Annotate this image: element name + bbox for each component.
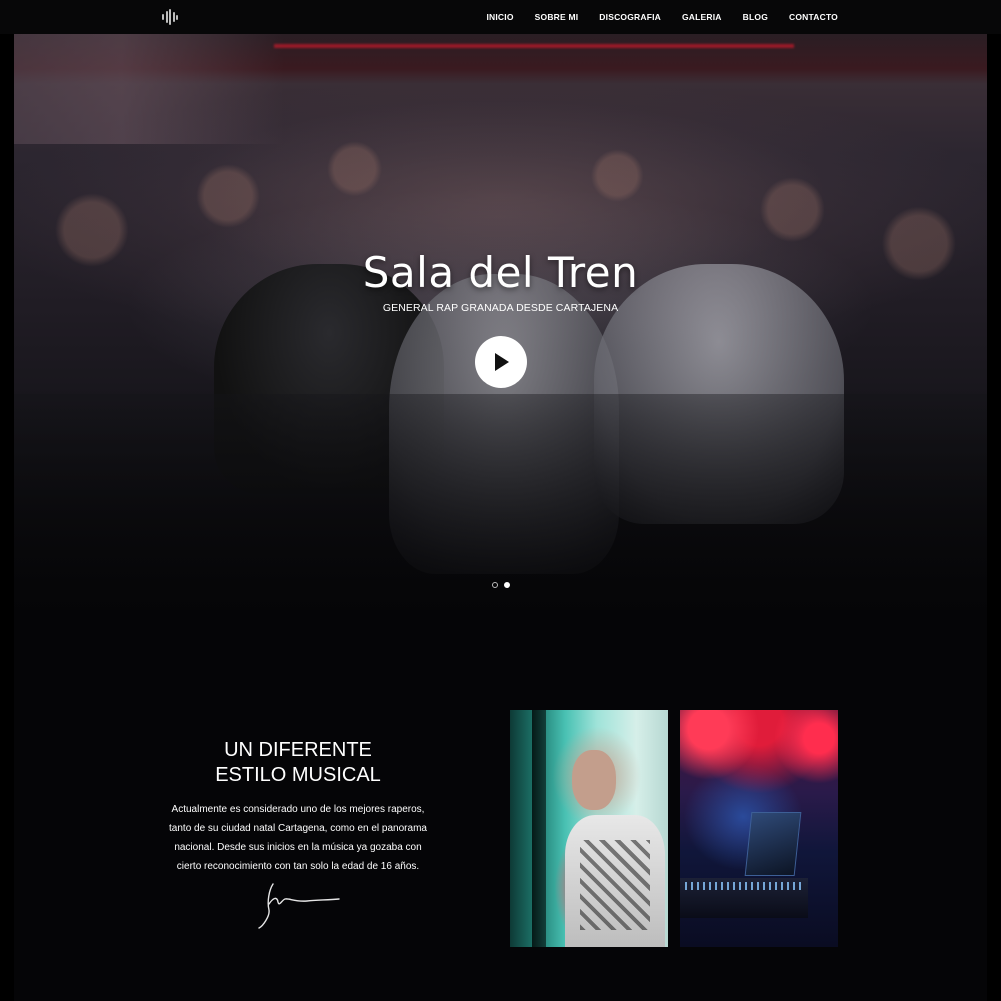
nav-item-discografia[interactable]: DISCOGRAFIA bbox=[599, 12, 661, 22]
play-button[interactable] bbox=[475, 336, 527, 388]
hero-title: Sala del Tren bbox=[362, 248, 639, 297]
signature-image bbox=[258, 883, 340, 929]
slide-dot-1[interactable] bbox=[492, 582, 498, 588]
play-icon bbox=[495, 353, 509, 371]
hero-subtitle: GENERAL RAP GRANADA DESDE CARTAJENA bbox=[382, 302, 619, 314]
about-text: Actualmente es considerado uno de los me… bbox=[169, 804, 427, 872]
nav-item-inicio[interactable]: INICIO bbox=[486, 12, 513, 22]
artist-portrait-photo bbox=[510, 710, 668, 947]
slide-dot-2[interactable] bbox=[504, 582, 510, 588]
nav-item-sobre-mi[interactable]: SOBRE MI bbox=[535, 12, 579, 22]
nav-item-blog[interactable]: BLOG bbox=[743, 12, 768, 22]
slider-pagination bbox=[492, 582, 510, 588]
nav-item-galeria[interactable]: GALERIA bbox=[682, 12, 722, 22]
main-menu: INICIO SOBRE MI DISCOGRAFIA GALERIA BLOG… bbox=[486, 0, 838, 34]
studio-equipment-photo bbox=[680, 710, 838, 947]
audio-bars-icon[interactable] bbox=[162, 9, 178, 25]
top-navigation-bar: INICIO SOBRE MI DISCOGRAFIA GALERIA BLOG… bbox=[0, 0, 1001, 34]
about-heading: UN DIFERENTE ESTILO MUSICAL bbox=[215, 739, 381, 786]
nav-item-contacto[interactable]: CONTACTO bbox=[789, 12, 838, 22]
about-section: UN DIFERENTE ESTILO MUSICAL Actualmente … bbox=[168, 738, 428, 876]
hero-slider: Sala del Tren GENERAL RAP GRANADA DESDE … bbox=[14, 34, 987, 640]
